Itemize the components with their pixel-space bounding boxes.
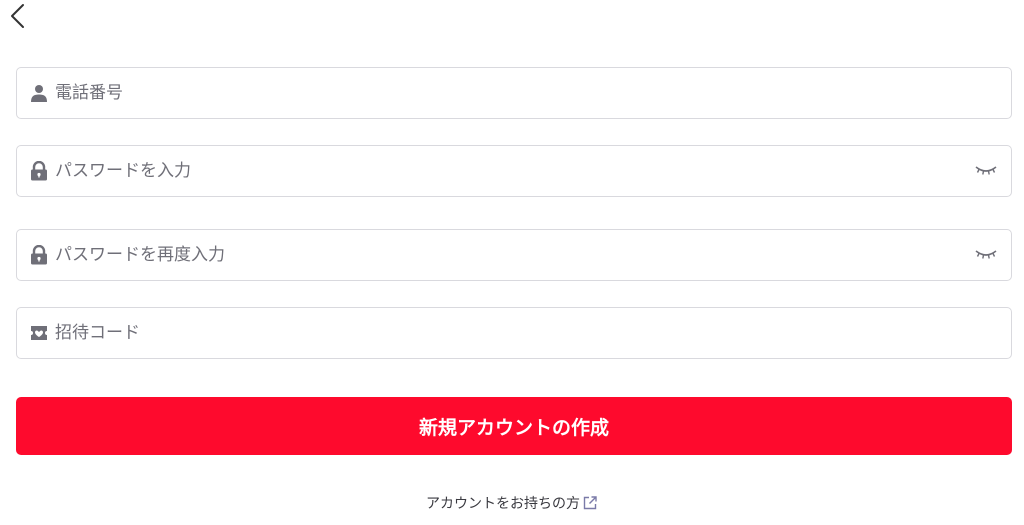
invite-code-field[interactable]	[16, 307, 1012, 359]
lock-icon	[29, 161, 49, 181]
eye-closed-icon[interactable]	[973, 245, 999, 265]
phone-field[interactable]	[16, 67, 1012, 119]
login-link-row: アカウントをお持ちの方	[0, 493, 1024, 513]
person-icon	[29, 83, 49, 103]
password-confirm-field[interactable]	[16, 229, 1012, 281]
phone-input[interactable]	[55, 78, 999, 108]
password-input[interactable]	[55, 156, 973, 186]
password-field[interactable]	[16, 145, 1012, 197]
password-confirm-input[interactable]	[55, 240, 973, 270]
external-link-icon	[582, 495, 598, 511]
invite-code-input[interactable]	[55, 318, 999, 348]
create-account-button[interactable]: 新規アカウントの作成	[16, 397, 1012, 455]
lock-icon	[29, 245, 49, 265]
eye-closed-icon[interactable]	[973, 161, 999, 181]
login-link[interactable]: アカウントをお持ちの方	[426, 493, 598, 513]
back-button[interactable]	[4, 2, 32, 30]
ticket-icon	[29, 323, 49, 343]
chevron-left-icon	[11, 4, 24, 28]
login-link-label: アカウントをお持ちの方	[426, 496, 580, 512]
signup-page: 新規アカウントの作成 アカウントをお持ちの方	[0, 0, 1024, 525]
